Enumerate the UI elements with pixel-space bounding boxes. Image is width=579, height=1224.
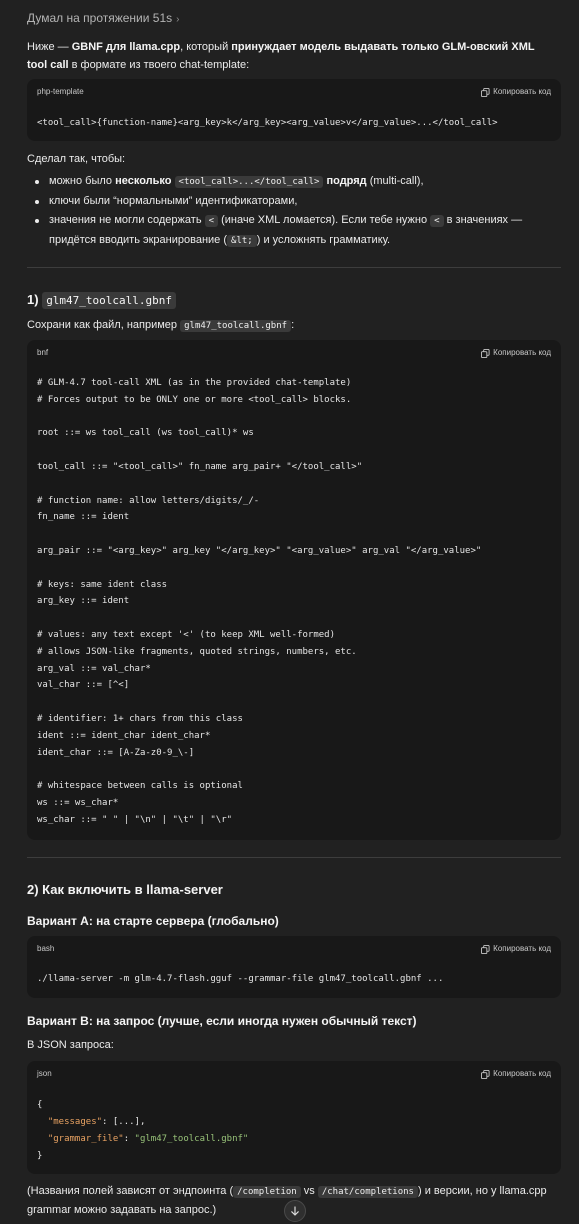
intro-text: в формате из твоего chat-template:: [68, 59, 250, 71]
code-block-bnf: bnf Копировать код # GLM-4.7 tool-call X…: [27, 340, 561, 840]
json-request-text: В JSON запроса:: [27, 1039, 114, 1051]
code-text: # GLM-4.7 tool-call XML (as in the provi…: [37, 378, 482, 825]
inline-code: /chat/completions: [317, 1186, 418, 1198]
made-so-text: Сделал так, чтобы:: [27, 153, 126, 165]
heading-code: glm47_toolcall.gbnf: [42, 292, 177, 309]
code-language: json: [37, 1069, 52, 1078]
code-language: php-template: [37, 87, 84, 96]
copy-icon: [481, 87, 490, 97]
list-item: можно было несколько <tool_call>...</too…: [27, 172, 557, 192]
save-as-paragraph: Сохрани как файл, например glm47_toolcal…: [27, 319, 295, 332]
divider: [27, 267, 561, 268]
thought-toggle[interactable]: Думал на протяжении 51s ›: [27, 9, 180, 27]
code-block-json: json Копировать код { "messages": [...],…: [27, 1061, 561, 1174]
thought-label: Думал на протяжении 51s: [27, 11, 173, 25]
list-item: значения не могли содержать < (иначе XML…: [27, 211, 557, 251]
list-item: ключи были “нормальными” идентификаторам…: [27, 192, 557, 211]
code-language: bnf: [37, 348, 49, 357]
inline-code: glm47_toolcall.gbnf: [180, 320, 292, 332]
inline-code: &lt;: [227, 235, 257, 247]
copy-code-button[interactable]: Копировать код: [481, 86, 551, 98]
chevron-right-icon: ›: [176, 14, 180, 25]
copy-code-button[interactable]: Копировать код: [481, 1068, 551, 1080]
inline-code: <tool_call>...</tool_call>: [174, 176, 324, 188]
copy-icon: [481, 944, 490, 954]
inline-code: <: [430, 215, 444, 227]
inline-code: /completion: [233, 1186, 301, 1198]
section-heading-1: 1) glm47_toolcall.gbnf: [27, 290, 177, 310]
intro-text: Ниже —: [27, 41, 72, 53]
intro-bold: GBNF для llama.cpp: [71, 41, 181, 53]
intro-text: , который: [180, 41, 232, 53]
copy-label: Копировать код: [493, 87, 551, 96]
code-block-php-template: php-template Копировать код <tool_call>{…: [27, 79, 561, 141]
inline-code: <: [204, 215, 219, 227]
code-block-bash: bash Копировать код ./llama-server -m gl…: [27, 936, 561, 998]
code-language: bash: [37, 944, 55, 953]
code-text: { "messages": [...], "grammar_file": "gl…: [37, 1100, 249, 1161]
copy-code-button[interactable]: Копировать код: [481, 347, 551, 359]
copy-label: Копировать код: [493, 348, 551, 357]
requirements-list: можно было несколько <tool_call>...</too…: [27, 172, 557, 251]
variant-b-heading: Вариант B: на запрос (лучше, если иногда…: [27, 1014, 417, 1028]
copy-icon: [481, 1069, 490, 1079]
copy-label: Копировать код: [493, 1069, 551, 1078]
copy-code-button[interactable]: Копировать код: [481, 943, 551, 955]
copy-icon: [481, 348, 490, 358]
code-text: ./llama-server -m glm-4.7-flash.gguf --g…: [37, 974, 444, 984]
variant-a-heading: Вариант A: на старте сервера (глобально): [27, 914, 279, 928]
intro-paragraph: Ниже — GBNF для llama.cpp, который прину…: [27, 38, 557, 74]
section-heading-2: 2) Как включить в llama-server: [27, 882, 223, 897]
scroll-down-button[interactable]: [284, 1200, 306, 1222]
copy-label: Копировать код: [493, 944, 551, 953]
code-text: <tool_call>{function-name}<arg_key>k</ar…: [37, 118, 498, 128]
divider: [27, 857, 561, 858]
arrow-down-icon: [291, 1206, 299, 1216]
